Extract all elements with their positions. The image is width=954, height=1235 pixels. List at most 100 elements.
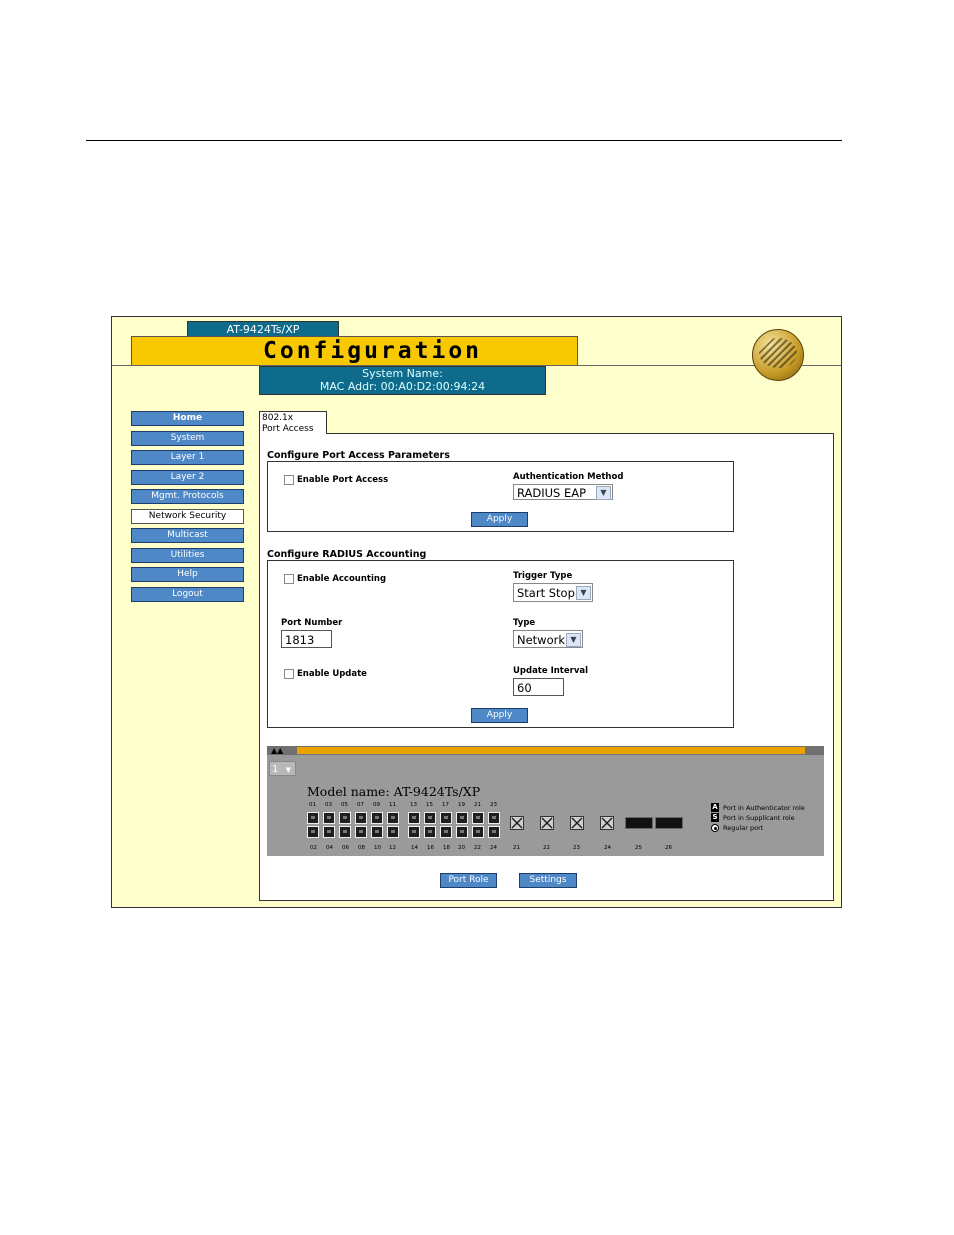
chevron-down-icon: ▼	[576, 586, 591, 600]
auth-method-select[interactable]: RADIUS EAP ▼	[513, 484, 613, 500]
unit-value: 1	[272, 764, 279, 775]
fiber-port[interactable]	[655, 817, 683, 829]
auth-method-label: Authentication Method	[513, 472, 624, 482]
regular-port-icon	[711, 824, 719, 832]
ethernet-port[interactable]	[355, 812, 367, 824]
ethernet-port[interactable]	[371, 812, 383, 824]
port-access-group: Enable Port Access Authentication Method…	[267, 461, 734, 532]
port-number-label: 03	[325, 802, 332, 808]
enable-update-checkbox[interactable]: Enable Update	[284, 669, 367, 679]
system-info-box: System Name: MAC Addr: 00:A0:D2:00:94:24	[259, 366, 546, 395]
nav-utilities-button[interactable]: Utilities	[131, 548, 244, 563]
port-number-label: 09	[373, 802, 380, 808]
nav-logout-button[interactable]: Logout	[131, 587, 244, 602]
enable-update-label: Enable Update	[297, 669, 367, 679]
ethernet-port[interactable]	[408, 826, 420, 838]
enable-port-access-label: Enable Port Access	[297, 475, 389, 485]
type-select[interactable]: Network ▼	[513, 630, 583, 648]
type-value: Network	[517, 633, 566, 647]
legend-authenticator-label: Port in Authenticator role	[723, 803, 805, 812]
tab-label-line2: Port Access	[262, 424, 314, 434]
unit-select[interactable]: 1 ▼	[269, 761, 296, 776]
fiber-port[interactable]	[625, 817, 653, 829]
port-number-label: 21	[513, 845, 520, 851]
nav-layer1-button[interactable]: Layer 1	[131, 450, 244, 465]
trigger-type-value: Start Stop	[517, 586, 575, 600]
ethernet-port[interactable]	[339, 812, 351, 824]
uplink-port-icon[interactable]	[540, 816, 554, 830]
ethernet-port[interactable]	[355, 826, 367, 838]
checkbox-icon	[284, 574, 294, 584]
settings-button[interactable]: Settings	[519, 873, 577, 888]
port-number-label: 26	[665, 845, 672, 851]
nav-home-button[interactable]: Home	[131, 411, 244, 426]
system-name-label: System Name:	[362, 367, 443, 380]
ethernet-port[interactable]	[440, 812, 452, 824]
ethernet-port[interactable]	[408, 812, 420, 824]
update-interval-input[interactable]: 60	[513, 678, 564, 696]
uplink-port-icon[interactable]	[570, 816, 584, 830]
type-label: Type	[513, 618, 536, 628]
ethernet-port[interactable]	[456, 812, 468, 824]
ethernet-port[interactable]	[472, 812, 484, 824]
port-number-label: 21	[474, 802, 481, 808]
ethernet-port[interactable]	[488, 812, 500, 824]
ethernet-port[interactable]	[339, 826, 351, 838]
port-number-label: 16	[427, 845, 434, 851]
enable-port-access-checkbox[interactable]: Enable Port Access	[284, 475, 388, 485]
ethernet-port[interactable]	[456, 826, 468, 838]
browser-frame: AT-9424Ts/XP Configuration System Name: …	[111, 316, 842, 908]
nav-system-button[interactable]: System	[131, 431, 244, 446]
nav-multicast-button[interactable]: Multicast	[131, 528, 244, 543]
ethernet-port[interactable]	[307, 826, 319, 838]
tab-label-line1: 802.1x	[262, 413, 294, 423]
port-number-label: 06	[342, 845, 349, 851]
port-number-label: 02	[310, 845, 317, 851]
chevron-down-icon: ▼	[285, 766, 291, 774]
port-number-input[interactable]: 1813	[281, 630, 332, 648]
nav-network-security-button[interactable]: Network Security	[131, 509, 244, 524]
ethernet-port[interactable]	[307, 812, 319, 824]
port-number-label: 10	[374, 845, 381, 851]
port-role-button[interactable]: Port Role	[440, 873, 497, 888]
chevron-down-icon: ▼	[566, 633, 581, 647]
port-number-label: 13	[410, 802, 417, 808]
port-number-label: 17	[442, 802, 449, 808]
auth-method-value: RADIUS EAP	[517, 486, 587, 500]
radius-apply-button[interactable]: Apply	[471, 708, 528, 723]
port-number-label: 24	[604, 845, 611, 851]
uplink-port-icon[interactable]	[510, 816, 524, 830]
ethernet-port[interactable]	[488, 826, 500, 838]
legend-supplicant: S Port in Supplicant role	[711, 813, 795, 822]
ethernet-port[interactable]	[424, 826, 436, 838]
enable-accounting-checkbox[interactable]: Enable Accounting	[284, 574, 386, 584]
ethernet-port[interactable]	[440, 826, 452, 838]
page-rule	[86, 140, 842, 141]
ethernet-port[interactable]	[387, 826, 399, 838]
panel-top-bar: ▲▲	[267, 746, 824, 755]
ethernet-port[interactable]	[424, 812, 436, 824]
port-number-label: 24	[490, 845, 497, 851]
port-access-apply-button[interactable]: Apply	[471, 512, 528, 527]
tab-port-access[interactable]: 802.1x Port Access	[259, 411, 327, 434]
ethernet-port[interactable]	[387, 812, 399, 824]
enable-accounting-label: Enable Accounting	[297, 574, 387, 584]
port-number-label: 12	[389, 845, 396, 851]
nav-layer2-button[interactable]: Layer 2	[131, 470, 244, 485]
ethernet-port[interactable]	[323, 812, 335, 824]
config-banner: Configuration	[131, 336, 578, 366]
update-interval-label: Update Interval	[513, 666, 589, 676]
legend-supplicant-label: Port in Supplicant role	[723, 813, 795, 822]
trigger-type-select[interactable]: Start Stop ▼	[513, 583, 593, 602]
supplicant-role-icon: S	[711, 813, 719, 822]
ethernet-port[interactable]	[323, 826, 335, 838]
port-number-label: 04	[326, 845, 333, 851]
uplink-port-icon[interactable]	[600, 816, 614, 830]
ethernet-port[interactable]	[472, 826, 484, 838]
ethernet-port[interactable]	[371, 826, 383, 838]
port-number-label: 05	[341, 802, 348, 808]
port-number-label: 08	[358, 845, 365, 851]
legend-regular-label: Regular port	[723, 824, 764, 832]
nav-help-button[interactable]: Help	[131, 567, 244, 582]
nav-mgmt-protocols-button[interactable]: Mgmt. Protocols	[131, 489, 244, 504]
